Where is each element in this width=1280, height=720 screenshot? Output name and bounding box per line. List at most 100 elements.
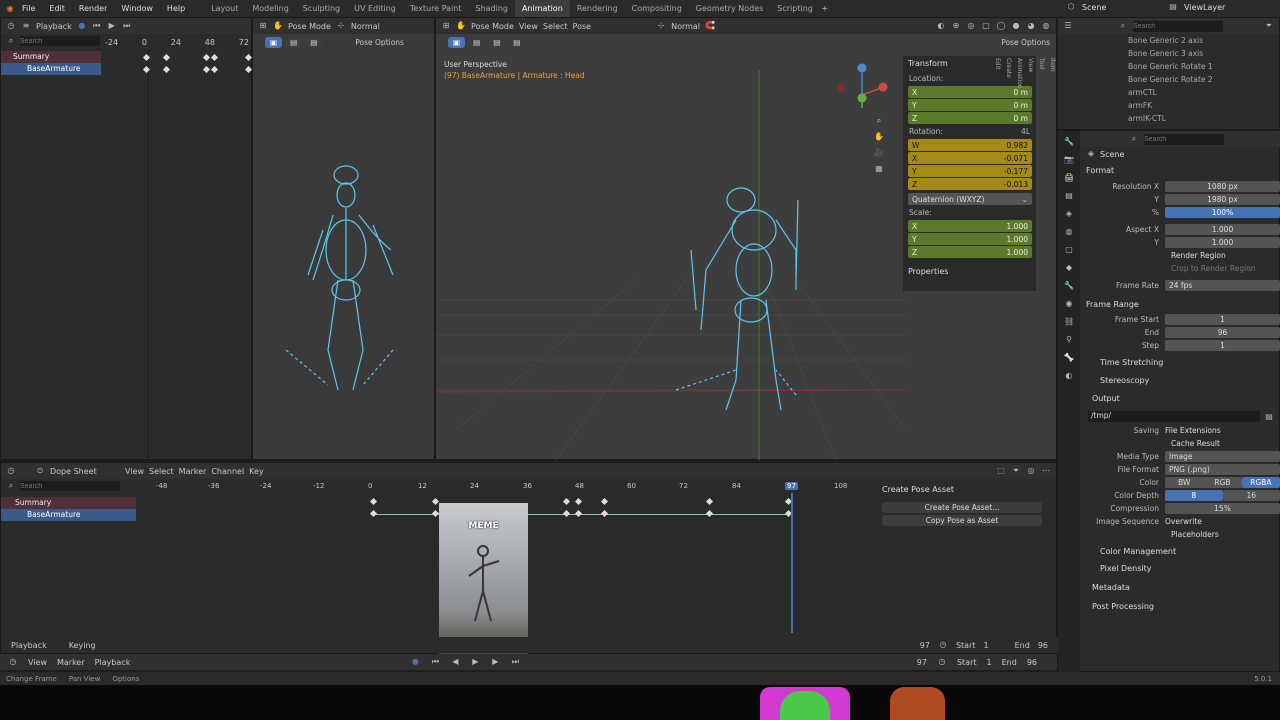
tab-animation[interactable]: Animation bbox=[514, 0, 570, 17]
framerate-dropdown[interactable]: 24 fps bbox=[1165, 280, 1280, 291]
dopesheet-search[interactable] bbox=[20, 481, 120, 491]
keyframe[interactable] bbox=[210, 53, 219, 62]
aspecty-field[interactable]: 1.000 bbox=[1165, 237, 1280, 248]
tab-layout[interactable]: Layout bbox=[204, 0, 245, 17]
collection-icon[interactable]: ▢ bbox=[1064, 245, 1074, 255]
scale-x-field[interactable]: X 1.000 bbox=[908, 220, 1032, 232]
keyframe[interactable] bbox=[162, 53, 171, 62]
create-pose-asset-title[interactable]: Create Pose Asset bbox=[876, 483, 1048, 496]
object-icon[interactable]: ◆ bbox=[1064, 263, 1074, 273]
stereoscopy-section[interactable]: Stereoscopy bbox=[1080, 373, 1280, 388]
keyframe[interactable] bbox=[202, 53, 211, 62]
add-workspace-icon[interactable]: + bbox=[820, 4, 830, 14]
rotation-mode-dropdown[interactable]: Quaternion (WXYZ) ⌄ bbox=[908, 193, 1032, 205]
rotation-y-field[interactable]: Y -0.177 bbox=[908, 165, 1032, 177]
step-field[interactable]: 1 bbox=[1165, 340, 1280, 351]
post-processing-section[interactable]: Post Processing bbox=[1080, 596, 1280, 617]
properties-search[interactable] bbox=[1144, 133, 1224, 145]
left-mode-dropdown[interactable]: Pose Mode bbox=[288, 22, 331, 31]
select-mode-icon[interactable]: ▤ bbox=[305, 36, 323, 48]
menu-help[interactable]: Help bbox=[160, 4, 192, 13]
ds-menu-key[interactable]: Key bbox=[249, 467, 264, 476]
end-field[interactable]: 96 bbox=[1165, 327, 1280, 338]
output-icon[interactable]: 🖨 bbox=[1064, 173, 1074, 183]
main-pose-options[interactable]: Pose Options bbox=[1001, 38, 1050, 47]
small-dopesheet-search[interactable] bbox=[20, 36, 100, 46]
tab-scripting[interactable]: Scripting bbox=[770, 0, 820, 17]
pan-icon[interactable]: ✋ bbox=[874, 132, 884, 142]
pixel-density-section[interactable]: Pixel Density bbox=[1080, 562, 1280, 575]
color-rgb[interactable]: RGB bbox=[1203, 477, 1242, 488]
data-icon[interactable]: ⚲ bbox=[1064, 335, 1074, 345]
tl-start-value[interactable]: 1 bbox=[987, 658, 992, 667]
menu-edit[interactable]: Edit bbox=[42, 4, 72, 13]
record-icon[interactable]: ● bbox=[77, 21, 87, 31]
ds-menu-marker[interactable]: Marker bbox=[179, 467, 207, 476]
orientation-icon[interactable]: ⊹ bbox=[336, 21, 346, 31]
outliner-item[interactable]: Bone Generic Rotate 1 bbox=[1058, 60, 1279, 73]
location-z-field[interactable]: Z0 m bbox=[908, 112, 1032, 124]
tab-create[interactable]: Create bbox=[1005, 58, 1012, 89]
ds-menu-channel[interactable]: Channel bbox=[211, 467, 244, 476]
ds-playback-menu[interactable]: Playback bbox=[11, 641, 47, 650]
overlay-icon[interactable]: ◎ bbox=[966, 21, 976, 31]
tl-menu-playback[interactable]: Playback bbox=[95, 658, 131, 667]
location-y-field[interactable]: Y0 m bbox=[908, 99, 1032, 111]
current-frame-indicator[interactable]: 97 bbox=[785, 482, 798, 490]
camera-icon[interactable]: 🎥 bbox=[874, 148, 884, 158]
outliner-item[interactable]: Bone Generic Rotate 2 bbox=[1058, 73, 1279, 86]
keyframe[interactable] bbox=[244, 53, 253, 62]
keyframe[interactable] bbox=[162, 65, 171, 74]
tab-modeling[interactable]: Modeling bbox=[245, 0, 295, 17]
main-shading-dropdown[interactable]: Normal bbox=[671, 22, 700, 31]
start-field[interactable]: 1 bbox=[1165, 314, 1280, 325]
tab-uv-editing[interactable]: UV Editing bbox=[347, 0, 403, 17]
viewport-icon[interactable]: ⊞ bbox=[258, 21, 268, 31]
menu-view[interactable]: View bbox=[519, 22, 538, 31]
tl-menu-view[interactable]: View bbox=[28, 658, 47, 667]
resx-field[interactable]: 1080 px bbox=[1165, 181, 1280, 192]
editor-type-icon[interactable]: ◷ bbox=[6, 21, 16, 31]
navigation-gizmo[interactable] bbox=[831, 60, 891, 120]
rotation-w-field[interactable]: W 0.982 bbox=[908, 139, 1032, 151]
render-region-checkbox[interactable]: Render Region bbox=[1080, 249, 1280, 262]
depth-16[interactable]: 16 bbox=[1222, 490, 1280, 501]
rotation-lock[interactable]: 4L bbox=[1021, 127, 1030, 136]
output-section[interactable]: Output bbox=[1080, 388, 1280, 409]
keyframe[interactable] bbox=[202, 65, 211, 74]
left-viewport[interactable]: ⊞ ✋ Pose Mode ⊹ Normal ▣ ▤ ▤ Pose Option… bbox=[252, 17, 435, 460]
color-rgba[interactable]: RGBA bbox=[1241, 477, 1280, 488]
ds-menu-view[interactable]: View bbox=[125, 467, 144, 476]
crop-checkbox[interactable]: Crop to Render Region bbox=[1080, 262, 1280, 275]
select-box-icon[interactable]: ▣ bbox=[448, 36, 466, 48]
world-icon[interactable]: ◍ bbox=[1064, 227, 1074, 237]
view-layer-icon[interactable]: ▤ bbox=[1064, 191, 1074, 201]
outliner-icon[interactable]: ☰ bbox=[1063, 21, 1073, 31]
metadata-section[interactable]: Metadata bbox=[1080, 575, 1280, 596]
color-management-section[interactable]: Color Management bbox=[1080, 541, 1280, 562]
tl-menu-marker[interactable]: Marker bbox=[57, 658, 85, 667]
menu-pose[interactable]: Pose bbox=[573, 22, 592, 31]
format-section[interactable]: Format bbox=[1080, 161, 1280, 180]
view-layer-name[interactable]: ViewLayer bbox=[1184, 3, 1225, 12]
left-shading-dropdown[interactable]: Normal bbox=[351, 22, 380, 31]
render-icon[interactable]: 📷 bbox=[1064, 155, 1074, 165]
ds-start-value[interactable]: 1 bbox=[984, 641, 989, 650]
tl-frame-field[interactable]: 97 bbox=[917, 658, 927, 667]
snap-icon[interactable]: ⋯ bbox=[1041, 466, 1051, 476]
menu-select[interactable]: Select bbox=[543, 22, 568, 31]
ds-summary-row[interactable]: Summary bbox=[1, 497, 136, 509]
small-dopesheet-ruler[interactable]: -24 0 24 48 72 bbox=[105, 38, 253, 50]
tab-tool[interactable]: Tool bbox=[1038, 58, 1045, 89]
placeholders-checkbox[interactable]: Placeholders bbox=[1171, 530, 1219, 539]
rotation-x-field[interactable]: X -0.071 bbox=[908, 152, 1032, 164]
dopesheet-mode-dropdown[interactable]: Dope Sheet bbox=[50, 467, 120, 476]
playback-menu[interactable]: Playback bbox=[36, 22, 72, 31]
create-pose-asset-button[interactable]: Create Pose Asset... bbox=[882, 502, 1042, 513]
cache-checkbox[interactable]: Cache Result bbox=[1171, 439, 1220, 448]
tab-edit[interactable]: Edit bbox=[994, 58, 1001, 89]
ds-ruler[interactable]: -48 -36 -24 -12 0 12 24 36 48 60 72 84 9… bbox=[136, 482, 871, 494]
ortho-icon[interactable]: ▦ bbox=[874, 164, 884, 174]
tab-geometry-nodes[interactable]: Geometry Nodes bbox=[689, 0, 770, 17]
clock-icon[interactable]: ◷ bbox=[938, 640, 948, 650]
